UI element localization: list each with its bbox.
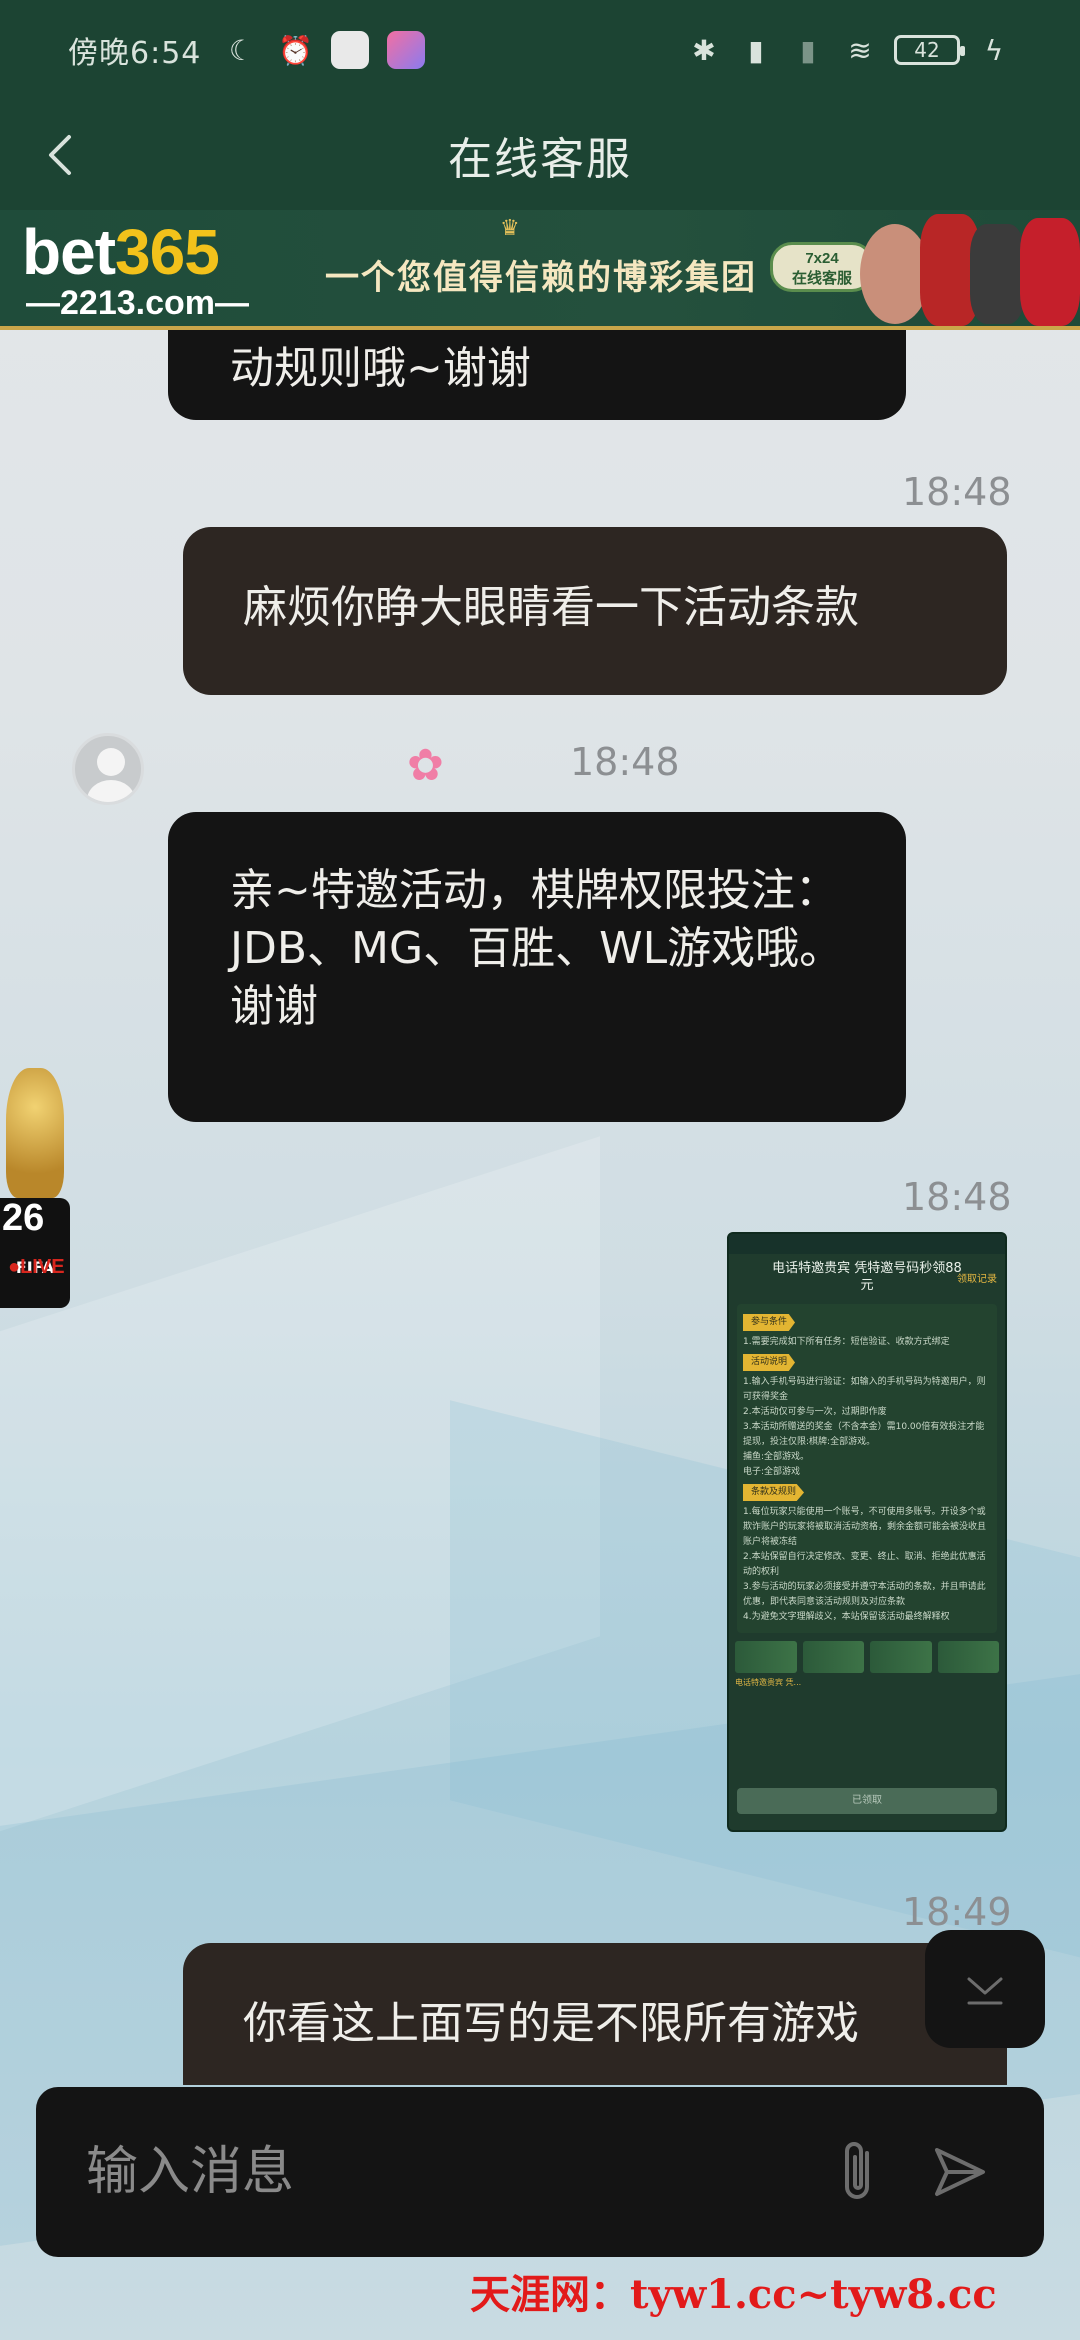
message-bubble-outgoing: 你看这上面写的是不限所有游戏: [183, 1943, 1007, 2085]
banner-players-image: [860, 214, 1080, 326]
alarm-icon: ⏰: [277, 33, 313, 67]
agent-avatar[interactable]: [72, 733, 144, 805]
chat-messages[interactable]: 动规则哦~谢谢 18:48 麻烦你睁大眼睛看一下活动条款 ✿ 18:48 亲~特…: [0, 330, 1080, 2085]
page-title: 在线客服: [448, 134, 632, 185]
logo-365: 365: [115, 216, 220, 288]
fifa-widget[interactable]: FIFA 26: [0, 1068, 72, 1308]
message-bubble-outgoing: 麻烦你睁大眼睛看一下活动条款: [183, 527, 1007, 695]
battery-icon: 42: [894, 35, 965, 65]
message-text: 你看这上面写的是不限所有游戏: [243, 1998, 859, 2049]
service-label: 在线客服: [791, 270, 852, 287]
bet365-logo: bet365 —2213.com—: [22, 220, 249, 320]
message-text: 麻烦你睁大眼睛看一下活动条款: [243, 582, 859, 633]
message-text: 动规则哦~谢谢: [230, 343, 531, 394]
promo-banner[interactable]: bet365 —2213.com— ♛ 一个您值得信赖的博彩集团 7x24 在线…: [0, 210, 1080, 330]
message-timestamp: 18:48: [902, 470, 1012, 514]
banner-service-badge: 7x24 在线客服: [770, 242, 874, 292]
sakura-icon: ✿: [407, 740, 444, 791]
message-input-bar: [36, 2087, 1044, 2257]
wifi-icon: ≋: [848, 33, 872, 67]
signal-2-icon: ▮: [800, 33, 816, 67]
game-app-icon: [387, 31, 426, 69]
message-timestamp: 18:49: [902, 1890, 1012, 1934]
logo-bet: bet: [22, 216, 116, 288]
logo-domain: —2213.com—: [26, 284, 249, 322]
message-bubble-incoming: 动规则哦~谢谢: [168, 330, 906, 420]
watermark: 天涯网：tyw1.cc~tyw8.cc: [470, 2271, 997, 2318]
banner-slogan: 一个您值得信赖的博彩集团: [325, 258, 757, 298]
moon-icon: ☾: [228, 33, 254, 67]
service-hours: 7x24: [805, 250, 839, 267]
message-timestamp: 18:48: [902, 1175, 1012, 1219]
charging-icon: ϟ: [984, 33, 1004, 67]
qq-app-icon: [331, 31, 370, 69]
battery-level: 42: [914, 38, 940, 62]
trophy-icon: [6, 1068, 64, 1198]
send-icon: [935, 2148, 985, 2196]
status-bar: 傍晚6:54 ☾ ⏰ ✱ ▮ ▮ ≋ 42 ϟ: [0, 0, 1080, 100]
bluetooth-icon: ✱: [692, 33, 716, 67]
paperclip-icon: [845, 2142, 869, 2199]
signal-icon: ▮: [748, 33, 764, 67]
message-bubble-incoming: 亲~特邀活动，棋牌权限投注：JDB、MG、百胜、WL游戏哦。谢谢: [168, 812, 906, 1122]
chevron-left-icon: [49, 135, 71, 175]
send-button[interactable]: [924, 2127, 994, 2217]
scroll-to-bottom-button[interactable]: [925, 1930, 1045, 2048]
crown-icon: ♛: [500, 216, 520, 241]
message-timestamp: 18:48: [570, 740, 680, 784]
app-header: 在线客服: [0, 100, 1080, 210]
message-text: 亲~特邀活动，棋牌权限投注：JDB、MG、百胜、WL游戏哦。谢谢: [230, 865, 844, 1032]
chevron-down-icon: [967, 1977, 1003, 2005]
status-time: 傍晚6:54: [68, 36, 202, 71]
message-input[interactable]: [86, 2142, 794, 2202]
attach-button[interactable]: [824, 2127, 894, 2217]
fifa-year: 26: [2, 1197, 45, 1239]
live-indicator[interactable]: ●LIVE: [8, 1256, 65, 1279]
back-button[interactable]: [30, 125, 90, 185]
